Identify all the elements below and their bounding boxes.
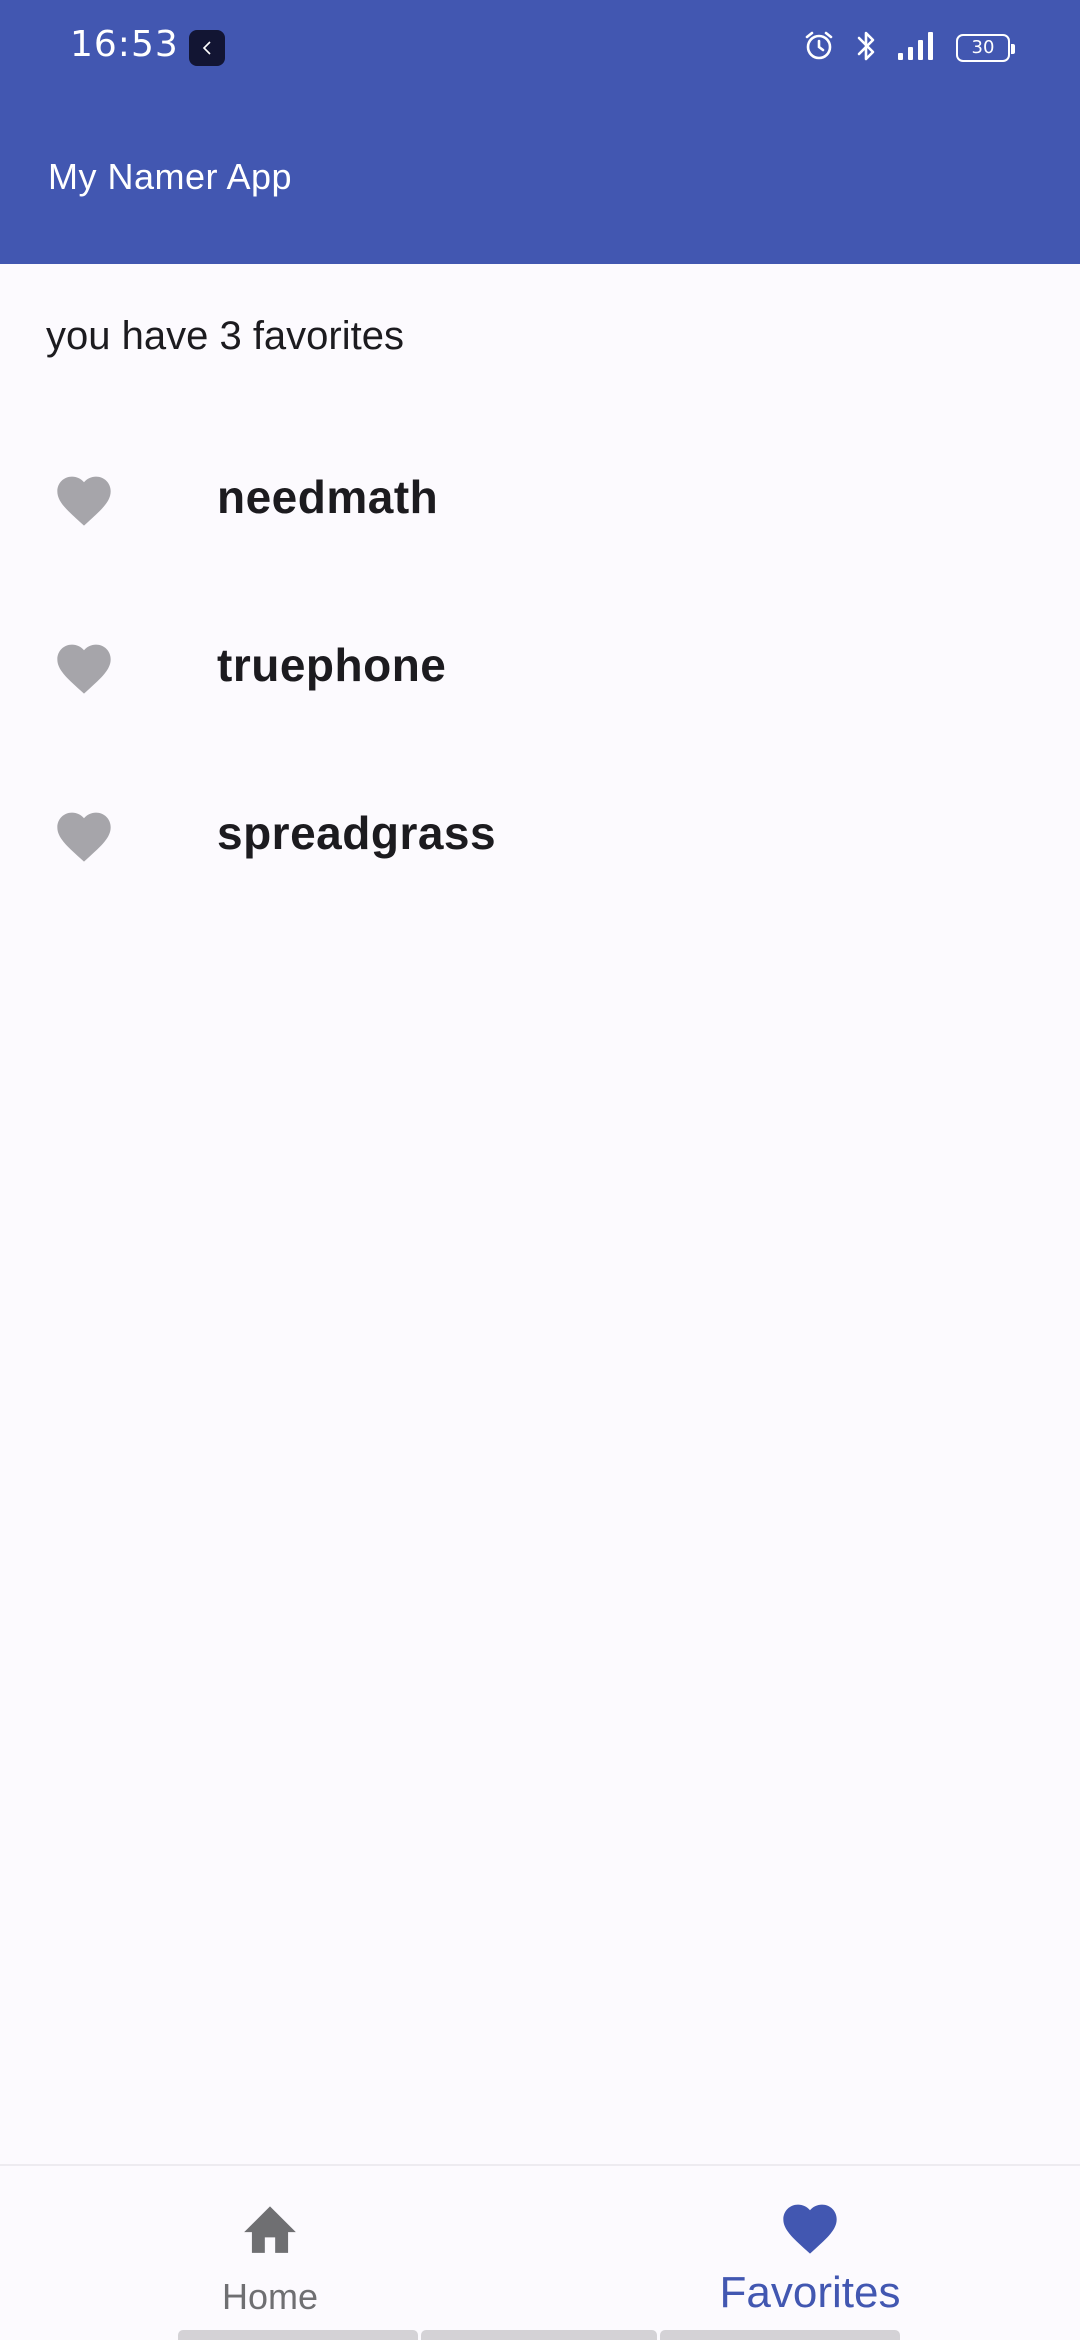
top-app-bar: 16:53 30 My Namer App xyxy=(0,0,1080,264)
list-item[interactable]: truephone xyxy=(0,582,1080,750)
heart-icon xyxy=(57,476,111,526)
battery-icon: 30 xyxy=(956,34,1015,62)
list-item[interactable]: spreadgrass xyxy=(0,750,1080,918)
status-time: 16:53 xyxy=(70,24,179,65)
nav-item-home[interactable]: Home xyxy=(0,2166,540,2340)
battery-level: 30 xyxy=(971,37,995,58)
app-title: My Namer App xyxy=(48,156,293,197)
app-icon xyxy=(189,30,225,66)
favorites-count: you have 3 favorites xyxy=(46,314,404,358)
heart-icon xyxy=(57,644,111,694)
favorites-list: needmath truephone spreadgrass xyxy=(0,414,1080,918)
favorite-word: truephone xyxy=(217,639,447,691)
gesture-bar-segment xyxy=(421,2330,657,2340)
nav-label-home: Home xyxy=(221,2276,319,2317)
alarm-icon xyxy=(802,29,836,68)
bluetooth-icon xyxy=(854,29,878,68)
nav-label-favorites: Favorites xyxy=(719,2268,901,2317)
favorite-word: needmath xyxy=(217,471,439,523)
list-item[interactable]: needmath xyxy=(0,414,1080,582)
gesture-bar-segment xyxy=(660,2330,900,2340)
gesture-bar-segment xyxy=(178,2330,418,2340)
nav-item-favorites[interactable]: Favorites xyxy=(540,2166,1080,2340)
signal-icon xyxy=(896,30,938,67)
heart-icon xyxy=(783,2204,837,2254)
bottom-navigation: Home Favorites xyxy=(0,2164,1080,2340)
home-icon xyxy=(244,2206,296,2253)
heart-icon xyxy=(57,812,111,862)
status-icons: 30 xyxy=(802,28,1015,68)
favorite-word: spreadgrass xyxy=(217,807,497,859)
